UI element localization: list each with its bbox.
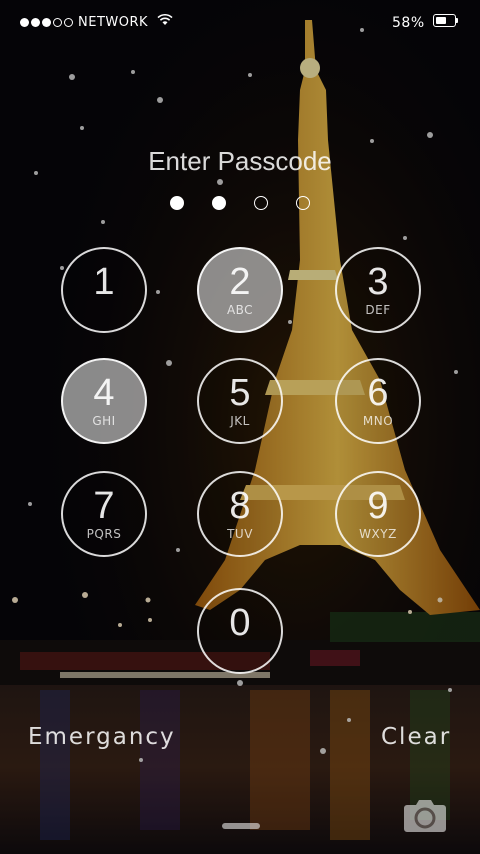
key-8[interactable]: 8 TUV xyxy=(197,471,283,557)
camera-icon[interactable] xyxy=(403,797,447,833)
key-digit: 1 xyxy=(93,261,115,303)
key-digit: 2 xyxy=(229,261,251,303)
key-letters: WXYZ xyxy=(359,527,397,541)
key-7[interactable]: 7 PQRS xyxy=(61,471,147,557)
key-letters: ABC xyxy=(226,303,254,317)
home-indicator[interactable] xyxy=(222,823,260,829)
battery-icon xyxy=(433,14,456,27)
signal-dot xyxy=(53,18,62,27)
signal-strength-indicator: NETWORK xyxy=(20,15,148,30)
signal-dot xyxy=(64,18,73,27)
key-digit: 5 xyxy=(229,372,251,414)
key-5[interactable]: 5 JKL xyxy=(197,358,283,444)
key-1[interactable]: 1 xyxy=(61,247,147,333)
key-digit: 7 xyxy=(93,485,115,527)
key-6[interactable]: 6 MNO xyxy=(335,358,421,444)
signal-dot xyxy=(42,18,51,27)
key-0[interactable]: 0 xyxy=(197,588,283,674)
key-digit: 6 xyxy=(367,372,389,414)
key-letters: MNO xyxy=(362,414,394,428)
battery-level-fill xyxy=(436,17,446,24)
key-digit: 4 xyxy=(93,372,115,414)
key-2[interactable]: 2 ABC xyxy=(197,247,283,333)
battery-percentage: 58% xyxy=(392,15,425,31)
battery-tip xyxy=(456,18,458,23)
key-letters: JKL xyxy=(230,414,250,428)
key-letters: TUV xyxy=(227,527,253,541)
key-4[interactable]: 4 GHI xyxy=(61,358,147,444)
passcode-indicators xyxy=(170,196,338,210)
key-letters: GHI xyxy=(92,414,116,428)
passcode-dot xyxy=(170,196,184,210)
clear-button[interactable]: Clear xyxy=(381,724,451,750)
passcode-dot xyxy=(212,196,226,210)
carrier-name: NETWORK xyxy=(78,15,149,30)
key-digit: 8 xyxy=(229,485,251,527)
passcode-title: Enter Passcode xyxy=(148,146,332,176)
passcode-dot xyxy=(254,196,268,210)
emergency-button[interactable]: Emergancy xyxy=(28,724,176,750)
signal-dot xyxy=(20,18,29,27)
signal-dot xyxy=(31,18,40,27)
key-3[interactable]: 3 DEF xyxy=(335,247,421,333)
key-letters: DEF xyxy=(365,303,391,317)
key-digit: 0 xyxy=(229,602,251,644)
key-letters: PQRS xyxy=(86,527,122,541)
status-bar: NETWORK 58% xyxy=(0,0,480,44)
wifi-icon xyxy=(157,13,173,25)
key-digit: 3 xyxy=(367,261,389,303)
passcode-dot xyxy=(296,196,310,210)
key-digit: 9 xyxy=(367,485,389,527)
key-9[interactable]: 9 WXYZ xyxy=(335,471,421,557)
